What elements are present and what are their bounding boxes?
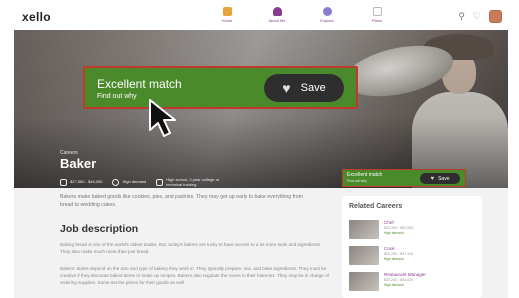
heart-icon[interactable]: ♡ [473, 12, 481, 21]
person-icon [272, 7, 282, 16]
demand-text: High demand [122, 179, 147, 185]
money-icon [60, 179, 67, 187]
related-career-item[interactable]: Chef $26,390 - $80,050 High demand [349, 220, 475, 240]
save-button[interactable]: ♥ Save [420, 173, 460, 184]
related-careers-panel: Related Careers Chef $26,390 - $80,050 H… [342, 196, 482, 298]
save-label: Save [438, 175, 450, 182]
top-navigation: xello Home About Me Explore Plans ⚲ ♡ [14, 4, 508, 30]
job-description-heading: Job description [60, 223, 139, 235]
career-salary: $35,280 - $94,630 [384, 278, 414, 282]
match-callout-highlight: Excellent match Find out why ♥ Save [83, 66, 358, 109]
career-thumbnail [349, 220, 379, 239]
find-out-why-link[interactable]: Find out why [97, 93, 137, 100]
nav-item-plans[interactable]: Plans [360, 7, 394, 23]
career-name: Chef [384, 220, 394, 225]
career-content: Bakers make baked goods like cookies, pi… [14, 188, 508, 298]
nav-label: Plans [371, 18, 382, 23]
heart-icon: ♥ [430, 175, 435, 182]
compass-icon [322, 7, 332, 16]
job-description-paragraph: Bakers' duties depend on the size and ty… [60, 266, 329, 286]
demand-badge: High demand [384, 283, 404, 287]
demand-badge: High demand [384, 257, 404, 261]
career-stats: $27,560 - $46,050 High demand High schoo… [60, 177, 228, 188]
career-title: Baker [60, 156, 97, 171]
search-icon[interactable]: ⚲ [458, 12, 465, 21]
nav-item-home[interactable]: Home [210, 7, 244, 23]
nav-label: About Me [268, 18, 286, 23]
match-title: Excellent match [97, 77, 182, 91]
career-thumbnail [349, 272, 379, 291]
career-intro: Bakers make baked goods like cookies, pi… [60, 194, 303, 208]
nav-item-explore[interactable]: Explore [310, 7, 344, 23]
education-stat: High school, 2-year college or technical… [156, 177, 228, 188]
demand-badge: High demand [384, 231, 404, 235]
save-label: Save [300, 82, 326, 94]
career-name: Cook [384, 246, 395, 251]
nav-label: Home [221, 18, 233, 23]
clipboard-icon [372, 7, 382, 16]
save-button[interactable]: ♥ Save [264, 74, 344, 102]
salary-text: $27,560 - $46,050 [70, 179, 103, 185]
heart-icon: ♥ [282, 80, 291, 96]
nav-right-actions: ⚲ ♡ [458, 10, 502, 23]
career-salary: $26,200 - $37,440 [384, 252, 414, 256]
find-out-why-link[interactable]: Find out why [347, 179, 367, 183]
career-salary: $26,390 - $80,050 [384, 226, 414, 230]
nav-label: Explore [320, 18, 334, 23]
job-description-paragraph: Baking bread is one of the world's oldes… [60, 242, 322, 255]
career-thumbnail [349, 246, 379, 265]
match-banner: Excellent match Find out why ♥ Save [342, 169, 466, 187]
app-window: xello Home About Me Explore Plans ⚲ ♡ Ca… [0, 0, 519, 298]
demand-stat: High demand [112, 179, 147, 187]
related-career-item[interactable]: Restaurant Manager $35,280 - $94,630 Hig… [349, 272, 475, 292]
related-career-item[interactable]: Cook $26,200 - $37,440 High demand [349, 246, 475, 266]
nav-item-about-me[interactable]: About Me [260, 7, 294, 23]
match-title: Excellent match [347, 172, 383, 178]
home-icon [222, 7, 232, 16]
salary-stat: $27,560 - $46,050 [60, 179, 103, 187]
avatar[interactable] [489, 10, 502, 23]
graduation-icon [156, 179, 164, 187]
clock-icon [112, 179, 120, 187]
career-name: Restaurant Manager [384, 272, 426, 277]
education-text: High school, 2-year college or technical… [166, 177, 220, 187]
hero-banner: Careers Baker $27,560 - $46,050 High dem… [14, 30, 508, 188]
mouse-cursor-icon [149, 99, 176, 137]
main-nav: Home About Me Explore Plans [210, 7, 394, 23]
related-careers-title: Related Careers [349, 203, 403, 210]
xello-logo[interactable]: xello [22, 10, 51, 24]
